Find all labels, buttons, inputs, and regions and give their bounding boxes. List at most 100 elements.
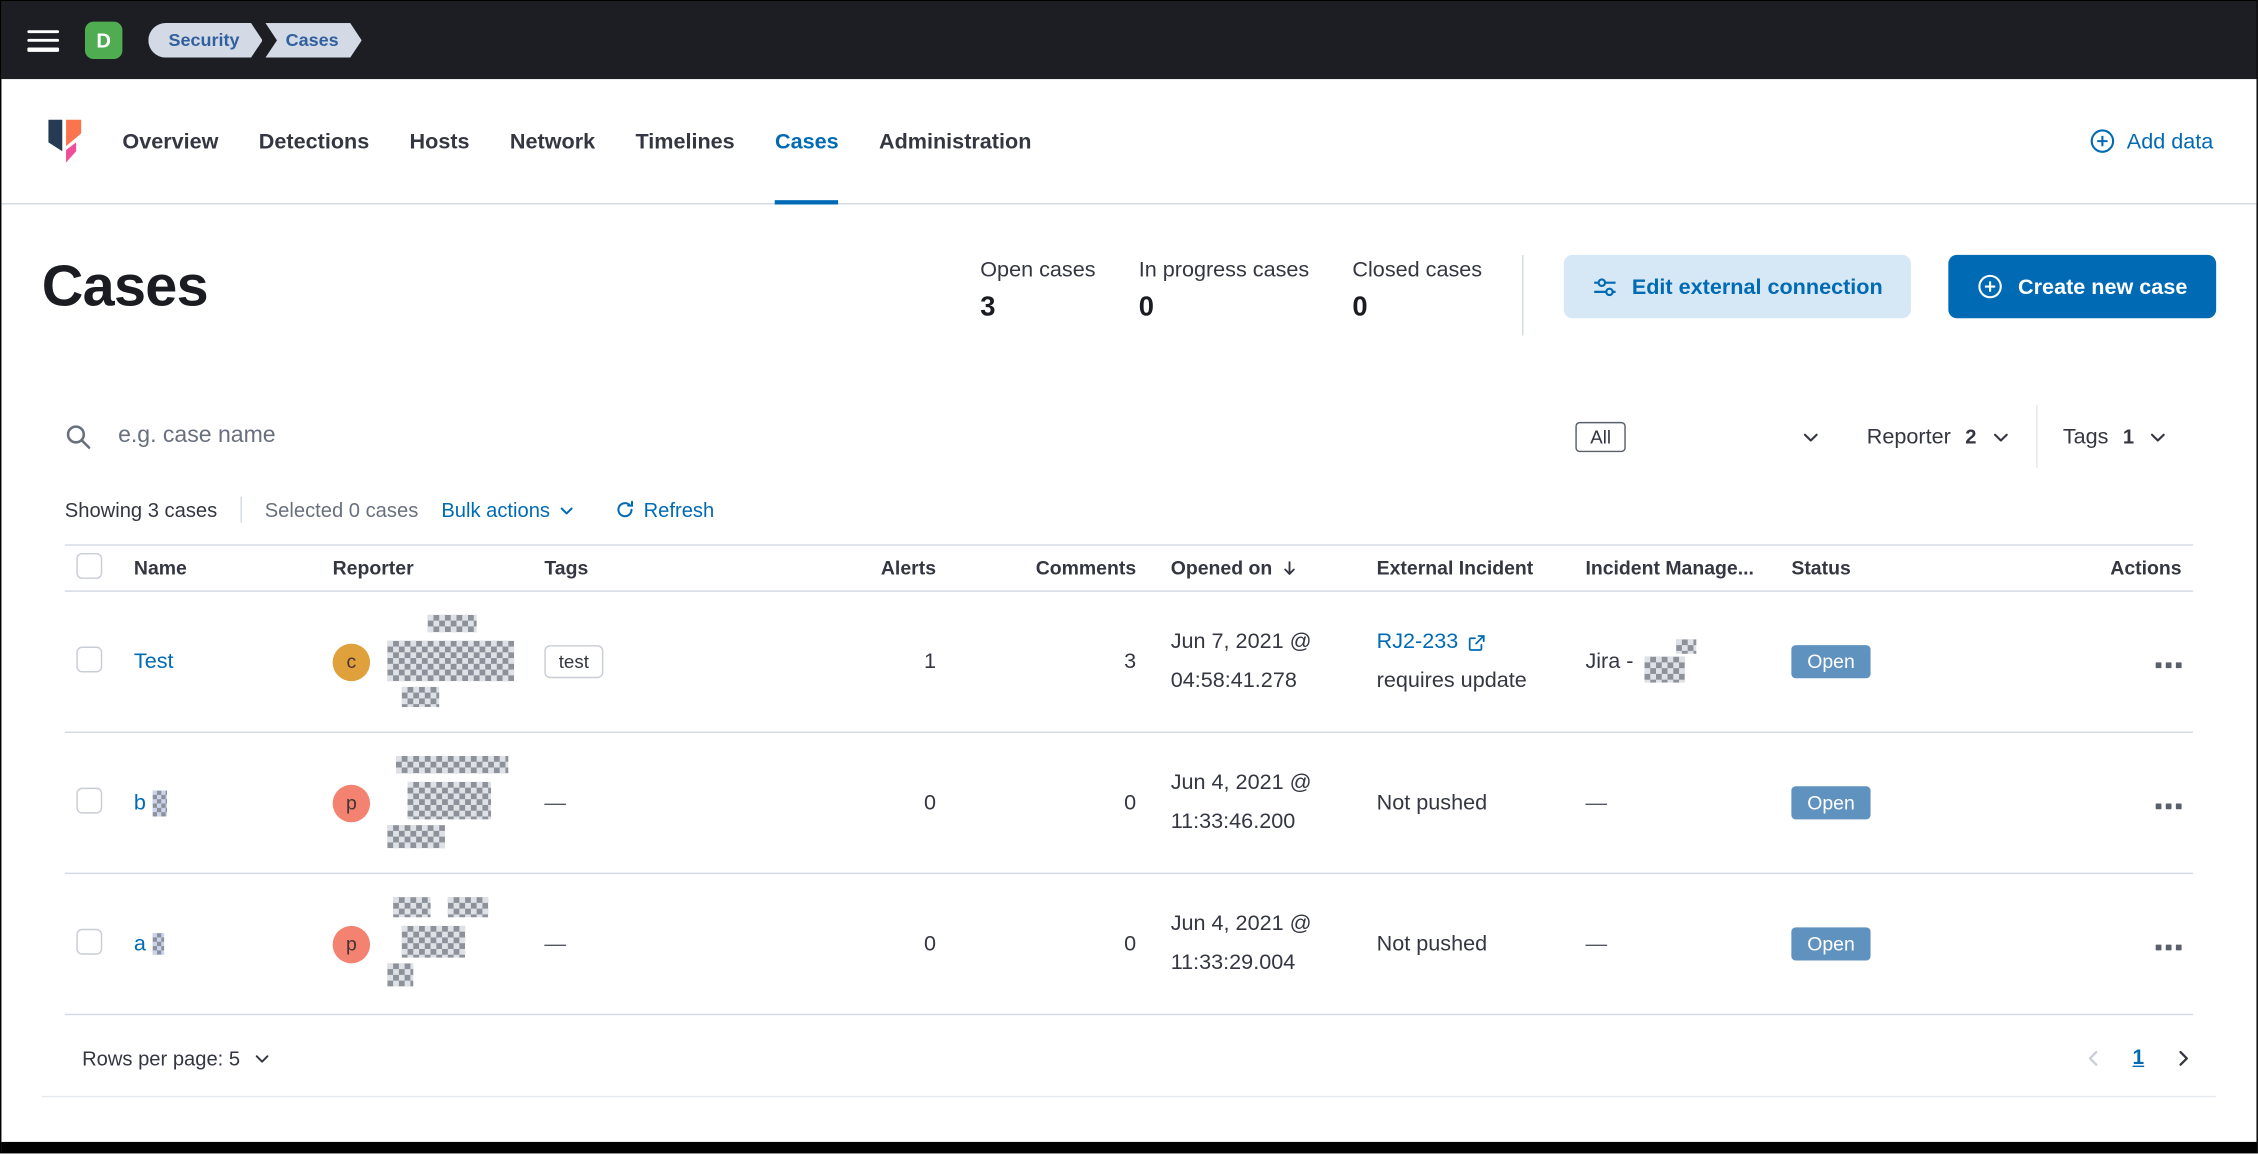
- header-external-incident: External Incident: [1376, 557, 1534, 579]
- tab-overview[interactable]: Overview: [122, 79, 238, 203]
- global-header: D Security Cases: [1, 1, 2257, 80]
- filter-bar: All Reporter 2 Tags 1: [65, 404, 2193, 469]
- security-app-logo-icon[interactable]: [45, 118, 85, 164]
- redacted-text: [387, 896, 525, 991]
- sliders-icon: [1593, 274, 1617, 298]
- stat-closed-cases: Closed cases 0: [1352, 258, 1482, 324]
- opened-on-cell: Jun 7, 2021 @ 04:58:41.278: [1136, 624, 1376, 700]
- tab-detections[interactable]: Detections: [239, 79, 390, 203]
- external-incident-id: RJ2-233: [1376, 629, 1459, 655]
- chevron-down-icon: [1991, 427, 2010, 446]
- cases-table: Name Reporter Tags Alerts Comments Opene…: [64, 544, 2194, 1016]
- alerts-count: 0: [923, 931, 937, 957]
- external-incident-cell: Not pushed: [1376, 790, 1488, 816]
- tab-cases[interactable]: Cases: [755, 79, 859, 205]
- status-filter-select[interactable]: All: [1575, 421, 1821, 452]
- row-checkbox[interactable]: [76, 786, 103, 813]
- stat-label: Open cases: [980, 257, 1096, 283]
- select-all-checkbox[interactable]: [76, 552, 103, 579]
- row-actions-icon[interactable]: [2155, 662, 2182, 669]
- reporter-filter-label: Reporter: [1866, 424, 1951, 449]
- tags-filter-button[interactable]: Tags 1: [2037, 405, 2193, 468]
- add-data-button[interactable]: Add data: [2089, 128, 2213, 154]
- opened-on-date: Jun 4, 2021 @: [1170, 770, 1312, 796]
- search-input[interactable]: [115, 421, 1576, 451]
- case-name-link[interactable]: Test: [134, 649, 174, 673]
- menu-icon[interactable]: [27, 29, 60, 52]
- reporter-filter-count: 2: [1965, 424, 1977, 448]
- breadcrumb-cases[interactable]: Cases: [265, 23, 361, 58]
- header-actions: Actions: [2110, 557, 2182, 579]
- rows-per-page-button[interactable]: Rows per page: 5: [82, 1047, 270, 1070]
- case-name-link[interactable]: b: [133, 789, 168, 816]
- vertical-divider: [240, 496, 242, 523]
- tag-badge: test: [544, 645, 604, 679]
- rows-per-page-label: Rows per page: 5: [82, 1046, 241, 1070]
- case-stats: Open cases 3 In progress cases 0 Closed …: [980, 258, 1482, 324]
- comments-count: 0: [1124, 790, 1137, 816]
- search-icon: [65, 423, 92, 450]
- nav-tabs: Overview Detections Hosts Network Timeli…: [122, 79, 1052, 205]
- chevron-down-icon: [253, 1050, 270, 1067]
- space-avatar[interactable]: D: [84, 21, 123, 60]
- case-name-text: a: [133, 931, 146, 957]
- stat-in-progress-cases: In progress cases 0: [1139, 258, 1309, 324]
- breadcrumb-security[interactable]: Security: [148, 23, 262, 58]
- tab-network[interactable]: Network: [490, 79, 616, 203]
- selected-count: Selected 0 cases: [264, 498, 419, 522]
- next-page-icon[interactable]: [2173, 1048, 2193, 1068]
- chevron-down-icon: [2148, 427, 2167, 446]
- stat-label: Closed cases: [1352, 257, 1483, 283]
- header-buttons: Edit external connection Create new case: [1564, 254, 2217, 319]
- status-badge: Open: [1791, 927, 1871, 961]
- tab-hosts[interactable]: Hosts: [389, 79, 489, 203]
- external-incident-link[interactable]: RJ2-233: [1377, 624, 1486, 662]
- tab-timelines[interactable]: Timelines: [615, 79, 755, 203]
- tags-empty: —: [544, 790, 566, 816]
- stat-value: 3: [980, 292, 996, 323]
- refresh-icon: [615, 500, 635, 520]
- row-actions-icon[interactable]: [2155, 944, 2182, 951]
- tab-administration[interactable]: Administration: [859, 79, 1052, 203]
- case-name-link[interactable]: a: [134, 932, 165, 956]
- create-new-case-button[interactable]: Create new case: [1948, 254, 2217, 319]
- app-window: D Security Cases Overview Detections Hos…: [0, 0, 2258, 1154]
- header-incident-management: Incident Manage...: [1585, 557, 1754, 579]
- redacted-text: [387, 614, 525, 709]
- status-badge: Open: [1791, 645, 1871, 679]
- previous-page-icon[interactable]: [2084, 1048, 2104, 1068]
- chevron-down-icon: [1802, 427, 1821, 446]
- refresh-button[interactable]: Refresh: [615, 498, 714, 521]
- table-utility-bar: Showing 3 cases Selected 0 cases Bulk ac…: [64, 496, 2193, 523]
- page-number[interactable]: 1: [2133, 1047, 2145, 1070]
- page-header: Cases Open cases 3 In progress cases 0 C…: [42, 254, 2217, 336]
- incident-management-empty: —: [1585, 931, 1608, 957]
- case-name-text: b: [133, 790, 146, 816]
- row-checkbox[interactable]: [76, 645, 103, 672]
- header-reporter: Reporter: [332, 557, 414, 579]
- bulk-actions-button[interactable]: Bulk actions: [441, 498, 574, 521]
- incident-management-cell: Jira -: [1585, 638, 1791, 685]
- stat-value: 0: [1138, 292, 1154, 323]
- showing-count: Showing 3 cases: [64, 498, 218, 522]
- header-opened-on-sort[interactable]: Opened on: [1171, 557, 1298, 579]
- header-comments: Comments: [1035, 557, 1137, 579]
- add-icon: [1978, 274, 2004, 300]
- row-checkbox[interactable]: [76, 928, 103, 955]
- comments-count: 3: [1124, 649, 1137, 674]
- reporter-filter-button[interactable]: Reporter 2: [1841, 405, 2036, 468]
- row-actions-icon[interactable]: [2155, 803, 2182, 810]
- case-search: [65, 421, 1576, 451]
- external-incident-cell: RJ2-233 requires update: [1377, 624, 1586, 700]
- redacted-text: [387, 755, 525, 850]
- add-data-label: Add data: [2126, 128, 2214, 154]
- refresh-label: Refresh: [643, 498, 715, 522]
- reporter-avatar: p: [332, 784, 371, 822]
- opened-on-cell: Jun 4, 2021 @ 11:33:46.200: [1136, 765, 1376, 841]
- window-edge: [1, 1141, 2257, 1152]
- header-opened-on: Opened on: [1170, 557, 1273, 579]
- edit-external-connection-button[interactable]: Edit external connection: [1564, 254, 1912, 319]
- external-incident-cell: Not pushed: [1376, 931, 1488, 957]
- table-footer: Rows per page: 5 1: [65, 1047, 2193, 1070]
- incident-management-empty: —: [1585, 790, 1608, 816]
